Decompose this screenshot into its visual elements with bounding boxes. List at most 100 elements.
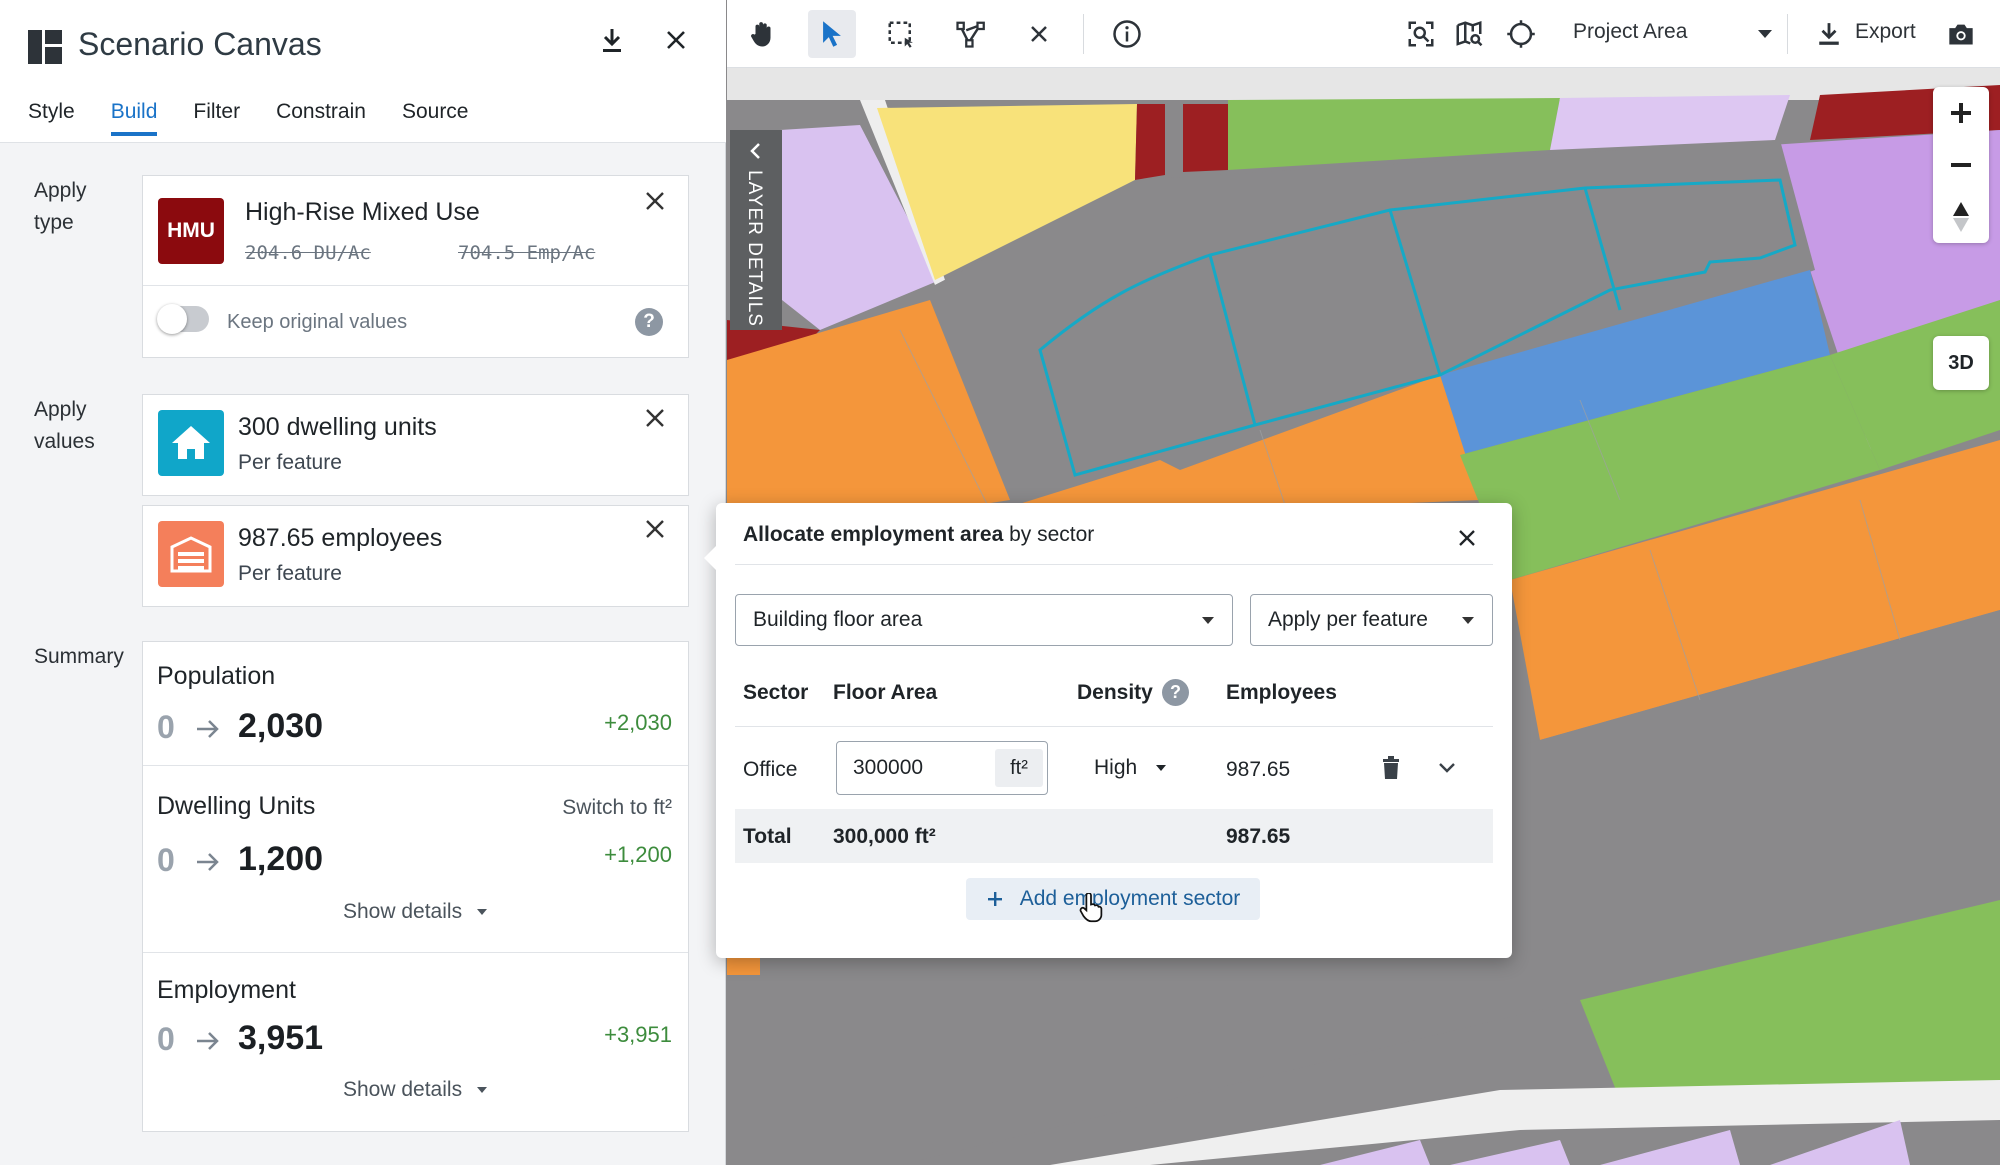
- download-icon: [603, 29, 621, 52]
- zoom-out-button[interactable]: [1933, 139, 1989, 191]
- box-select-button[interactable]: [877, 10, 925, 58]
- dwelling-units-title: 300 dwelling units: [238, 413, 437, 441]
- info-button[interactable]: [1103, 10, 1151, 58]
- employees-value: 987.65: [1226, 758, 1291, 781]
- panel-tabs: Style Build Filter Constrain Source: [28, 100, 505, 136]
- remove-type-button[interactable]: [640, 186, 670, 216]
- dwelling-summary-title: Dwelling Units: [157, 792, 316, 820]
- remove-dwelling-button[interactable]: [640, 403, 670, 433]
- density-header: Density: [1077, 681, 1153, 704]
- export-icon-button[interactable]: [1805, 10, 1853, 58]
- map-search-button[interactable]: [1445, 10, 1493, 58]
- toolbar-divider: [1787, 14, 1788, 54]
- arrow-right-icon: [197, 720, 219, 738]
- hand-icon: [751, 22, 771, 47]
- zoom-controls: [1933, 87, 1989, 243]
- type-name: High-Rise Mixed Use: [245, 198, 480, 226]
- vertex-tool-button[interactable]: [946, 10, 994, 58]
- employment-title: Employment: [157, 976, 296, 1004]
- apply-mode-select[interactable]: Apply per feature: [1250, 594, 1493, 646]
- dwelling-units-sub: Per feature: [238, 451, 342, 474]
- density-help-icon[interactable]: ?: [1162, 679, 1189, 706]
- total-row: Total 300,000 ft² 987.65: [735, 809, 1493, 863]
- zoom-in-button[interactable]: [1933, 87, 1989, 139]
- close-icon: [1459, 530, 1475, 546]
- close-icon: [646, 192, 664, 210]
- employment-from: 0: [157, 1021, 175, 1057]
- trash-icon: [1383, 756, 1399, 779]
- basis-select[interactable]: Building floor area: [735, 594, 1233, 646]
- download-button[interactable]: [590, 18, 634, 62]
- floor-area-header: Floor Area: [833, 681, 938, 704]
- switch-units-link[interactable]: Switch to ft²: [562, 796, 672, 820]
- tab-build[interactable]: Build: [110, 100, 158, 136]
- population-from: 0: [157, 709, 175, 745]
- employees-title: 987.65 employees: [238, 524, 443, 552]
- floor-area-input[interactable]: 300000 ft²: [836, 741, 1048, 795]
- expand-row-button[interactable]: [1432, 753, 1462, 783]
- keep-original-toggle[interactable]: [157, 304, 209, 334]
- info-icon: [1113, 20, 1141, 48]
- divider: [143, 765, 688, 766]
- total-label: Total: [743, 825, 792, 848]
- allocate-employment-popup: Allocate employment area by sector Build…: [704, 503, 1512, 958]
- help-icon[interactable]: ?: [635, 308, 663, 336]
- screenshot-button[interactable]: [1937, 10, 1985, 58]
- sector-value: Office: [743, 758, 798, 781]
- card-divider: [143, 285, 688, 286]
- compass-button[interactable]: [1933, 191, 1989, 243]
- scenario-panel: Scenario Canvas Style Build Filter Const…: [0, 0, 726, 1165]
- dwelling-delta: +1,200: [604, 842, 672, 867]
- layer-details-label: LAYER DETAILS: [744, 170, 765, 327]
- layer-details-tab[interactable]: LAYER DETAILS: [730, 130, 782, 330]
- plus-icon: [987, 892, 1002, 906]
- remove-employees-button[interactable]: [640, 514, 670, 544]
- pan-tool-button[interactable]: [739, 10, 787, 58]
- keep-original-label: Keep original values: [227, 311, 408, 333]
- tab-source[interactable]: Source: [402, 100, 469, 136]
- divider: [735, 564, 1493, 565]
- zoom-extent-icon: [1408, 21, 1434, 47]
- density-select[interactable]: High: [1094, 751, 1194, 785]
- summary-card: Population 0 2,030 +2,030 Dwelling Units…: [142, 641, 689, 1132]
- export-label[interactable]: Export: [1855, 20, 1916, 44]
- apply-type-card: HMU High-Rise Mixed Use 204.6 DU/Ac 704.…: [142, 175, 689, 358]
- project-area-label[interactable]: Project Area: [1573, 20, 1687, 44]
- select-tool-button[interactable]: [808, 10, 856, 58]
- add-employment-sector-button[interactable]: Add employment sector: [966, 878, 1260, 920]
- population-delta: +2,030: [604, 710, 672, 735]
- close-icon: [667, 31, 685, 49]
- employees-header: Employees: [1226, 681, 1337, 704]
- project-area-icon-button[interactable]: [1497, 10, 1545, 58]
- warehouse-icon: [158, 521, 224, 587]
- zoom-to-selection-button[interactable]: [1397, 10, 1445, 58]
- tab-style[interactable]: Style: [28, 100, 75, 136]
- dwelling-show-details[interactable]: Show details: [343, 900, 488, 924]
- pointer-icon: [823, 21, 841, 47]
- popup-title: Allocate employment area by sector: [743, 523, 1095, 546]
- caret-down-icon: [1202, 617, 1214, 624]
- close-panel-button[interactable]: [654, 18, 698, 62]
- type-du-density: 204.6 DU/Ac: [245, 242, 371, 264]
- caret-down-icon: [477, 1087, 488, 1093]
- tab-filter[interactable]: Filter: [193, 100, 240, 136]
- divider: [143, 952, 688, 953]
- employees-card: 987.65 employees Per feature: [142, 505, 689, 607]
- employment-show-details[interactable]: Show details: [343, 1078, 488, 1102]
- panel-title: Scenario Canvas: [78, 26, 322, 62]
- project-area-dropdown[interactable]: [1741, 10, 1789, 58]
- delete-sector-button[interactable]: [1376, 753, 1406, 783]
- floor-area-unit: ft²: [995, 749, 1043, 787]
- tab-constrain[interactable]: Constrain: [276, 100, 366, 136]
- summary-label: Summary: [34, 645, 124, 668]
- 3d-toggle-button[interactable]: 3D: [1933, 336, 1989, 390]
- total-floor-area: 300,000 ft²: [833, 825, 936, 848]
- close-icon: [646, 409, 664, 427]
- map-search-icon: [1456, 21, 1483, 47]
- total-employees: 987.65: [1226, 825, 1291, 848]
- dashboard-icon: [28, 30, 62, 64]
- hand-cursor-icon: [1079, 893, 1103, 923]
- clear-selection-button[interactable]: [1015, 10, 1063, 58]
- apply-type-label: Apply type: [34, 179, 87, 234]
- close-popup-button[interactable]: [1452, 523, 1482, 553]
